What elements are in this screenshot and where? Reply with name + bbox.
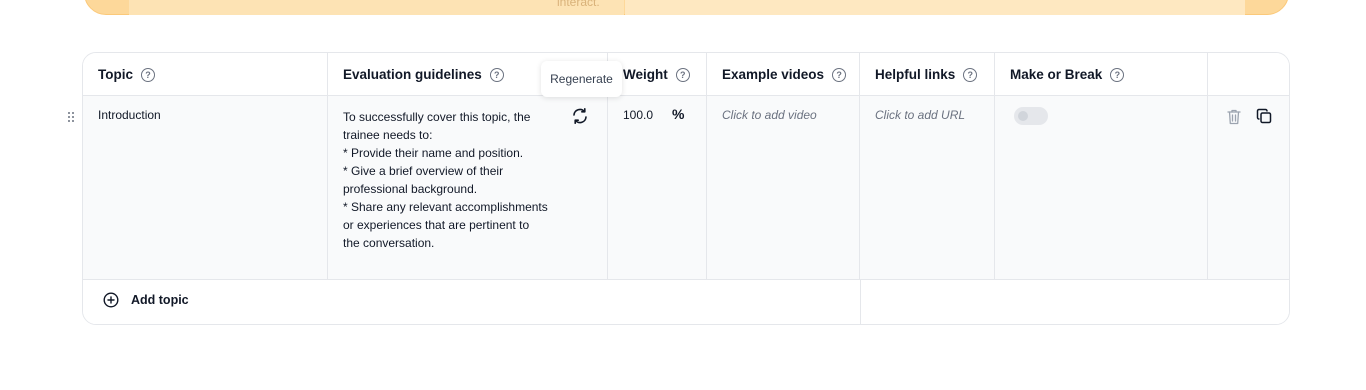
guidelines-line: * Share any relevant accomplishments	[343, 200, 548, 214]
topics-table: Topic? Evaluation guidelines? Weight? Ex…	[82, 52, 1290, 325]
guidelines-line: * Provide their name and position.	[343, 146, 524, 160]
add-url-link[interactable]: Click to add URL	[875, 108, 965, 122]
topic-name[interactable]: Introduction	[98, 108, 161, 122]
header-videos: Example videos?	[707, 53, 860, 95]
weight-cell[interactable]: 100.0 %	[608, 96, 707, 279]
videos-cell[interactable]: Click to add video	[707, 96, 860, 279]
banner-ghost-text: interact.	[557, 0, 600, 9]
guidelines-cell[interactable]: To successfully cover this topic, the tr…	[328, 96, 608, 279]
regenerate-tooltip: Regenerate	[541, 61, 622, 97]
header-topic-label: Topic	[98, 67, 133, 82]
header-make-or-break-label: Make or Break	[1010, 67, 1103, 82]
help-icon[interactable]: ?	[675, 67, 690, 82]
topic-cell[interactable]: Introduction	[83, 96, 328, 279]
guidelines-line: the conversation.	[343, 236, 435, 250]
weight-value[interactable]: 100.0	[623, 108, 653, 122]
guidelines-line: professional background.	[343, 182, 478, 196]
links-cell[interactable]: Click to add URL	[860, 96, 995, 279]
add-topic-label: Add topic	[131, 293, 189, 307]
help-icon[interactable]: ?	[832, 67, 847, 82]
make-or-break-toggle[interactable]	[1014, 107, 1048, 125]
header-guidelines-label: Evaluation guidelines	[343, 67, 482, 82]
header-make-or-break: Make or Break?	[995, 53, 1208, 95]
guidelines-line: To successfully cover this topic, the	[343, 110, 531, 124]
plus-circle-icon	[103, 292, 119, 308]
percent-icon[interactable]: %	[672, 106, 684, 122]
copy-icon[interactable]	[1256, 108, 1272, 124]
header-links: Helpful links?	[860, 53, 995, 95]
table-row: Introduction To successfully cover this …	[83, 96, 1289, 280]
toggle-knob	[1018, 111, 1028, 121]
drag-handle-icon[interactable]	[66, 110, 76, 124]
guidelines-line: or experiences that are pertinent to	[343, 218, 530, 232]
guidelines-line: trainee needs to:	[343, 128, 433, 142]
header-weight: Weight?	[608, 53, 707, 95]
guidelines-line: * Give a brief overview of their	[343, 164, 504, 178]
header-weight-label: Weight	[623, 67, 668, 82]
footer-divider	[860, 280, 861, 324]
warning-banner: interact.	[84, 0, 1289, 15]
header-videos-label: Example videos	[722, 67, 825, 82]
header-links-label: Helpful links	[875, 67, 956, 82]
actions-cell	[1208, 96, 1289, 279]
header-actions	[1208, 53, 1289, 95]
help-icon[interactable]: ?	[1110, 67, 1125, 82]
trash-icon[interactable]	[1226, 108, 1242, 126]
help-icon[interactable]: ?	[141, 67, 155, 82]
make-or-break-cell	[995, 96, 1208, 279]
help-icon[interactable]: ?	[489, 67, 504, 82]
table-header: Topic? Evaluation guidelines? Weight? Ex…	[83, 53, 1289, 96]
table-footer: Add topic	[83, 280, 1289, 324]
guidelines-text[interactable]: To successfully cover this topic, the tr…	[343, 108, 553, 252]
header-topic: Topic?	[83, 53, 328, 95]
help-icon[interactable]: ?	[963, 67, 978, 82]
add-video-link[interactable]: Click to add video	[722, 108, 817, 122]
add-topic-button[interactable]: Add topic	[103, 292, 189, 308]
refresh-cycle-icon[interactable]	[570, 106, 590, 126]
